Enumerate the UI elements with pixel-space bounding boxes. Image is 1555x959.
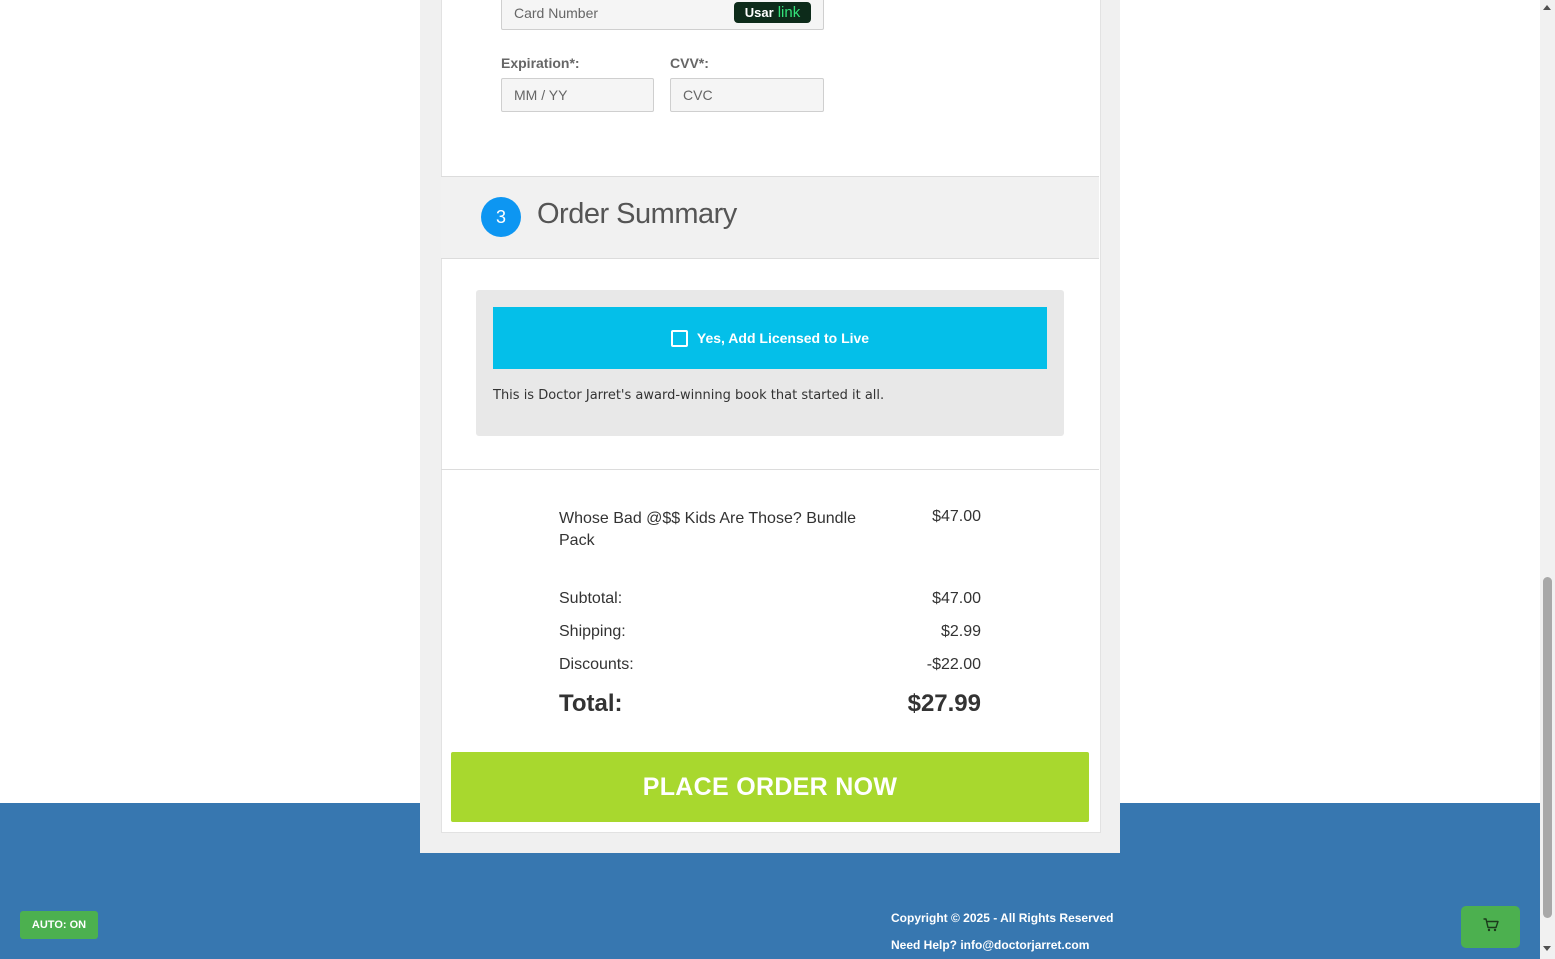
help-text[interactable]: Need Help? info@doctorjarret.com	[891, 938, 1089, 952]
upsell-add-button[interactable]: Yes, Add Licensed to Live	[493, 307, 1047, 369]
expiration-field[interactable]: MM / YY	[501, 78, 654, 112]
link-badge-prefix: Usar	[744, 5, 774, 20]
copyright-text: Copyright © 2025 - All Rights Reserved	[891, 911, 1114, 925]
expiration-label: Expiration*:	[501, 55, 580, 71]
divider	[441, 469, 1099, 470]
line-item-name: Whose Bad @$$ Kids Are Those? Bundle Pac…	[559, 510, 857, 549]
scrollbar-thumb[interactable]	[1543, 577, 1552, 918]
shipping-value: $2.99	[940, 623, 981, 640]
checkbox-icon[interactable]	[670, 329, 688, 347]
cvv-label: CVV*:	[670, 55, 709, 71]
section-title: Order Summary	[537, 198, 737, 230]
expiration-placeholder: MM / YY	[514, 87, 568, 103]
line-item-price: $47.00	[932, 508, 981, 525]
discounts-value: -$22.00	[926, 656, 981, 673]
scroll-up-icon[interactable]	[1543, 5, 1551, 10]
upsell-checkbox-label: Yes, Add Licensed to Live	[696, 330, 870, 346]
subtotal-value: $47.00	[932, 590, 981, 607]
total-row: Total: $27.99	[559, 690, 981, 718]
shipping-row: Shipping: $2.99	[559, 623, 981, 641]
subtotal-label: Subtotal:	[559, 590, 623, 607]
step-number-badge: 3	[481, 197, 521, 237]
total-label: Total:	[559, 690, 623, 717]
total-value: $27.99	[907, 690, 981, 717]
upsell-description: This is Doctor Jarret's award-winning bo…	[493, 388, 885, 403]
subtotal-row: Subtotal: $47.00	[559, 590, 981, 608]
discounts-label: Discounts:	[559, 656, 634, 673]
place-order-button[interactable]: PLACE ORDER NOW	[451, 752, 1089, 822]
link-pay-button[interactable]: Usar link	[734, 2, 811, 23]
cart-icon	[1483, 917, 1499, 937]
scroll-down-icon[interactable]	[1543, 946, 1551, 951]
auto-toggle-button[interactable]: AUTO: ON	[20, 911, 98, 939]
line-item: Whose Bad @$$ Kids Are Those? Bundle Pac…	[559, 508, 981, 552]
cvv-field[interactable]: CVC	[670, 78, 824, 112]
cart-button[interactable]	[1461, 906, 1520, 948]
link-badge-brand: link	[777, 4, 801, 21]
shipping-label: Shipping:	[559, 623, 626, 640]
discounts-row: Discounts: -$22.00	[559, 656, 981, 674]
card-number-placeholder: Card Number	[514, 5, 599, 21]
cvv-placeholder: CVC	[683, 87, 713, 103]
